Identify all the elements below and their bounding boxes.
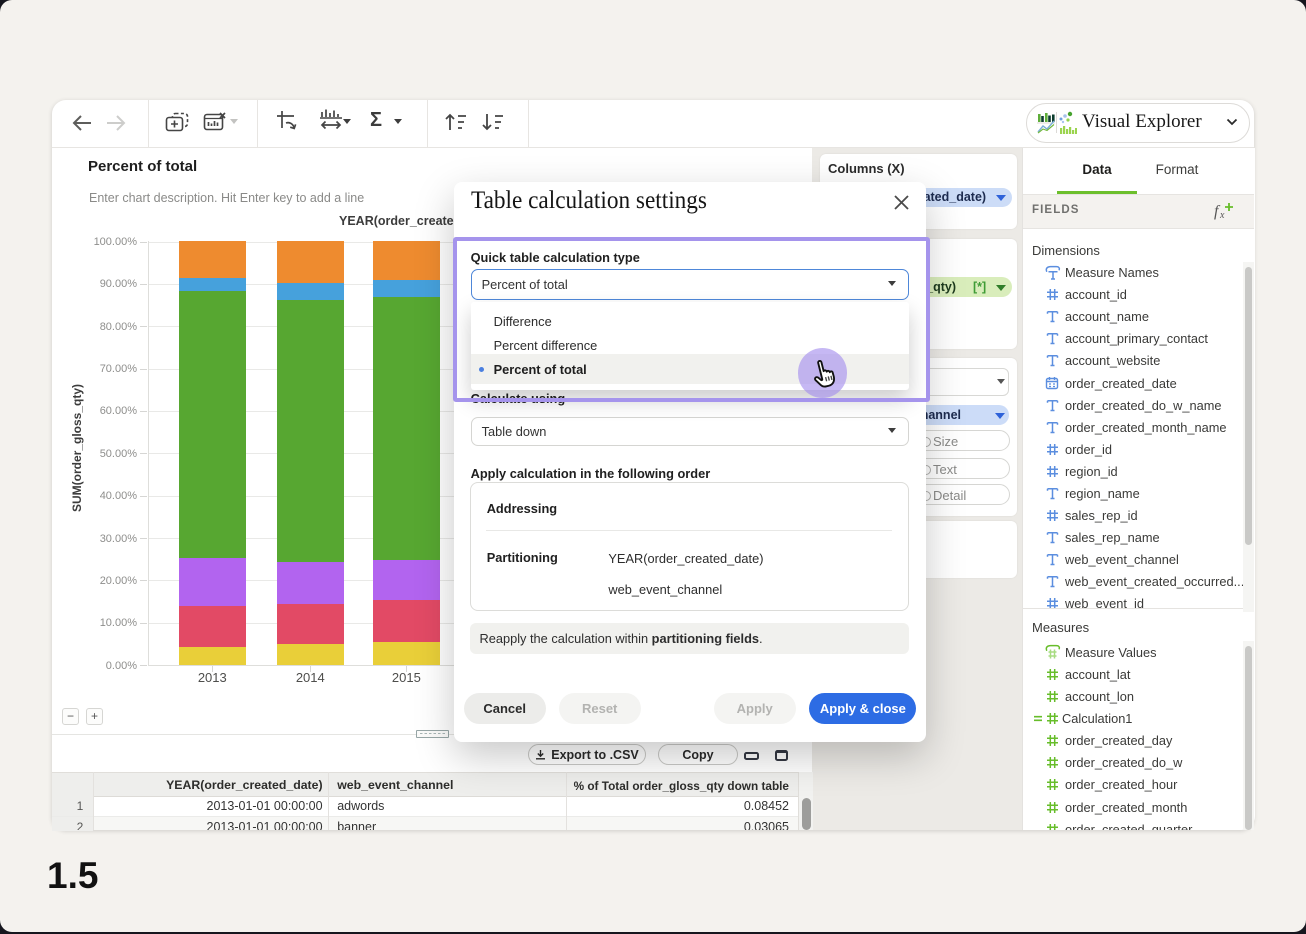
svg-text:x: x	[1219, 210, 1225, 220]
